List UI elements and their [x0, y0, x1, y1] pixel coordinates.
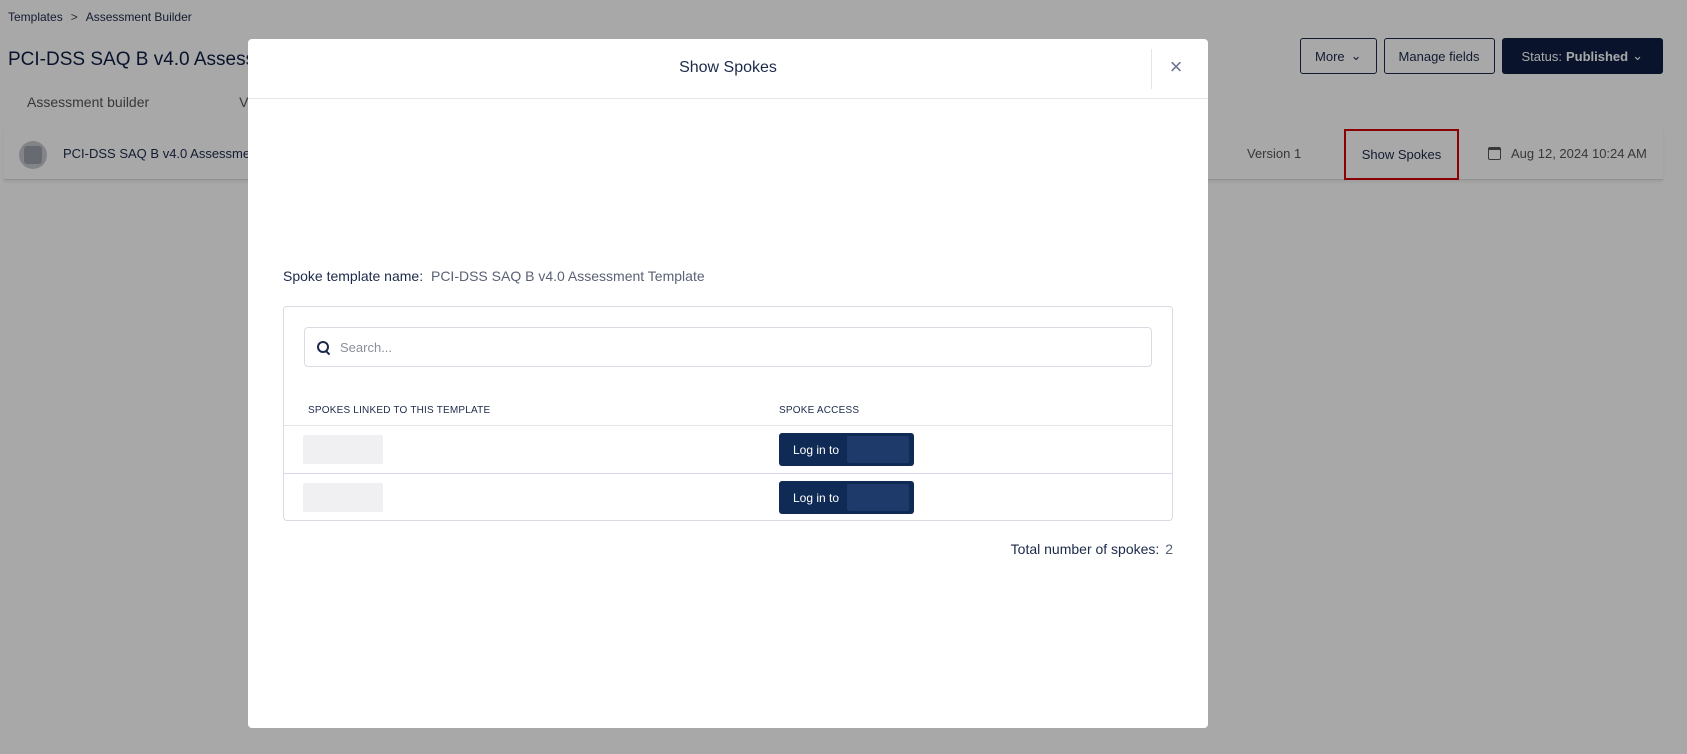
show-spokes-modal: Show Spokes × Spoke template name: PCI-D…: [248, 39, 1208, 728]
search-icon: [317, 340, 330, 354]
header-divider: [1151, 49, 1152, 89]
spoke-template-name: Spoke template name: PCI-DSS SAQ B v4.0 …: [283, 268, 705, 284]
column-header-access: SPOKE ACCESS: [779, 405, 860, 416]
spoke-name-redacted: [303, 483, 383, 512]
column-header-spokes: SPOKES LINKED TO THIS TEMPLATE: [308, 405, 491, 416]
modal-header: Show Spokes ×: [248, 39, 1208, 99]
total-spokes: Total number of spokes: 2: [1011, 541, 1173, 557]
spokes-panel: SPOKES LINKED TO THIS TEMPLATE SPOKE ACC…: [283, 306, 1173, 521]
login-target-redacted: [847, 484, 909, 511]
login-button[interactable]: Log in to: [779, 433, 914, 466]
modal-title: Show Spokes: [679, 59, 777, 76]
spoke-name-redacted: [303, 435, 383, 464]
login-target-redacted: [847, 436, 909, 463]
close-icon[interactable]: ×: [1164, 55, 1188, 79]
table-row: Log in to: [284, 425, 1172, 473]
total-value: 2: [1165, 541, 1173, 557]
login-button[interactable]: Log in to: [779, 481, 914, 514]
table-row: Log in to: [284, 473, 1172, 521]
search-input[interactable]: [340, 339, 1120, 355]
search-box[interactable]: [304, 327, 1152, 367]
spoke-template-value: PCI-DSS SAQ B v4.0 Assessment Template: [430, 268, 705, 284]
spoke-template-label: Spoke template name:: [283, 268, 424, 284]
total-label: Total number of spokes:: [1010, 541, 1160, 557]
login-label: Log in to: [793, 442, 840, 457]
login-label: Log in to: [793, 490, 840, 505]
